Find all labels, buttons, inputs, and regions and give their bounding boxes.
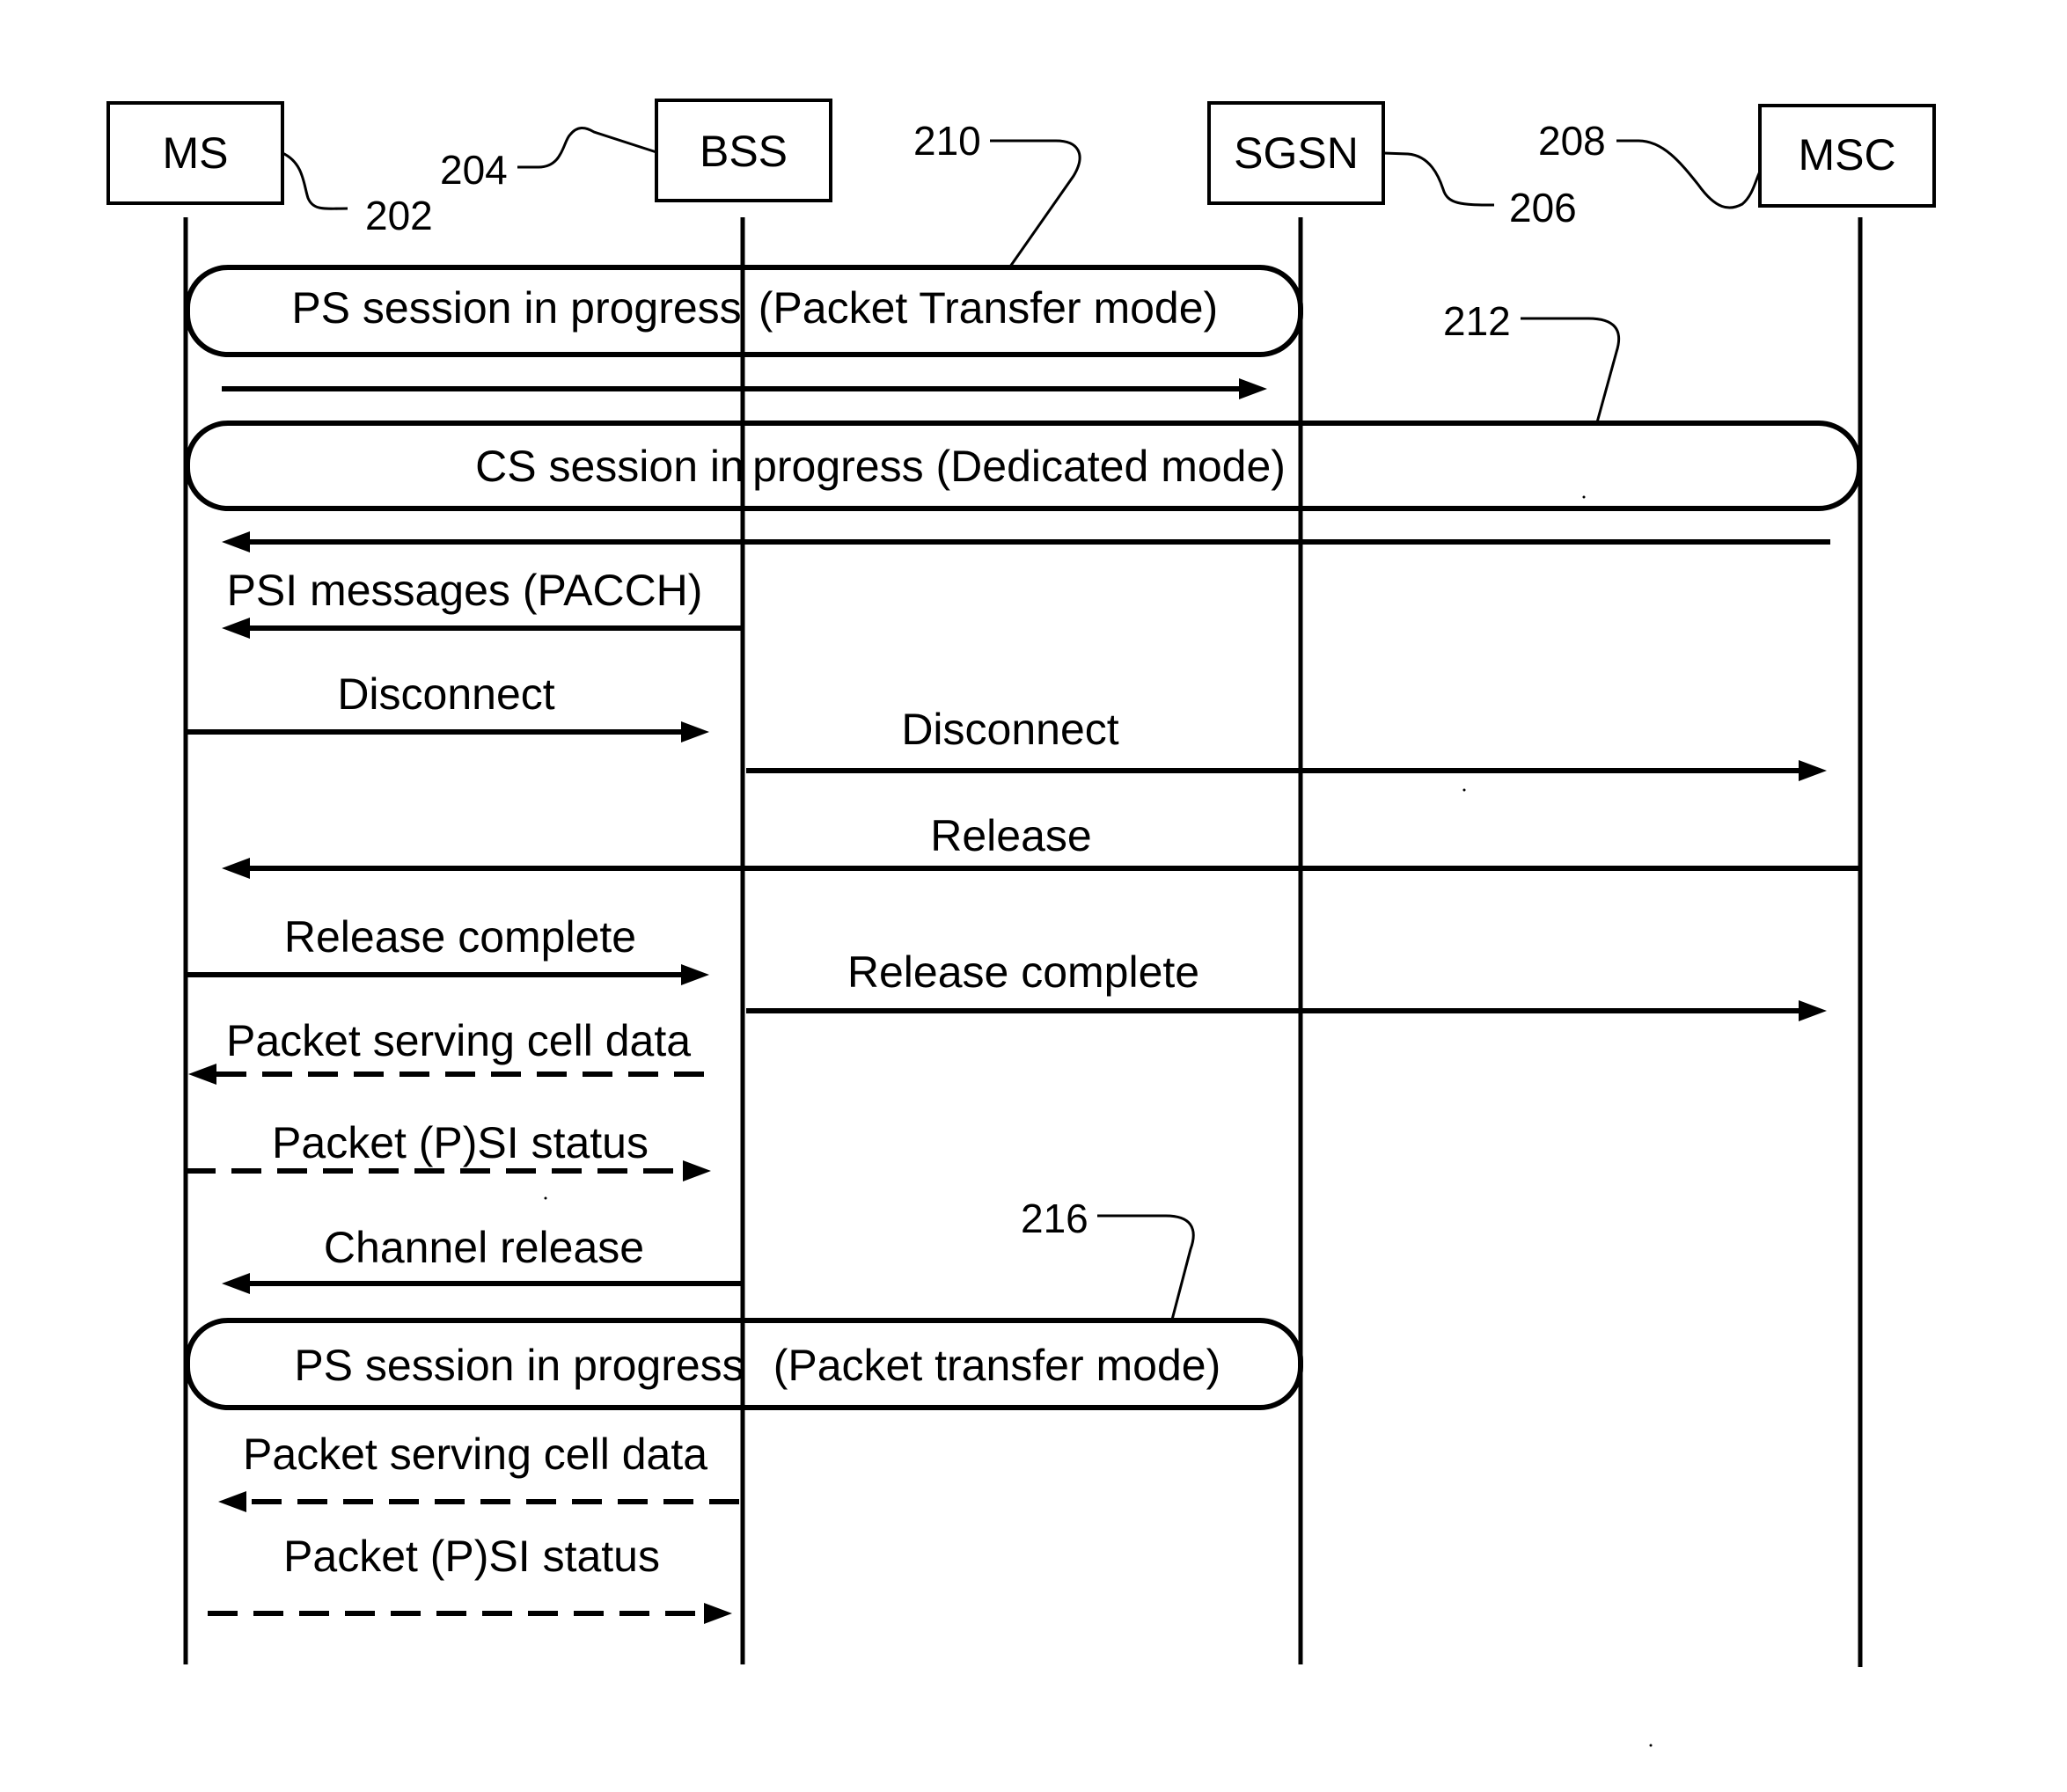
session-ps-2-label-left: PS session in progress xyxy=(294,1341,744,1390)
message-label: Release complete xyxy=(847,947,1199,997)
message-label: Channel release xyxy=(324,1223,644,1272)
ref-label-210: 210 xyxy=(913,118,981,164)
ref-label-208: 208 xyxy=(1538,118,1606,164)
leader-206 xyxy=(1382,151,1495,207)
message-label: Packet serving cell data xyxy=(226,1016,691,1065)
arrowhead-right-icon xyxy=(704,1603,732,1624)
participant-label-sgsn: SGSN xyxy=(1234,128,1359,178)
leader-210 xyxy=(990,139,1081,267)
arrowhead-right-icon xyxy=(1799,760,1827,781)
leader-212 xyxy=(1521,317,1621,423)
message-bss-to-msc: Release complete xyxy=(746,947,1827,1021)
scan-speck xyxy=(544,1196,547,1200)
arrowhead-left-icon xyxy=(188,1064,216,1085)
leader-216 xyxy=(1097,1214,1195,1320)
message-label: Release complete xyxy=(284,912,636,962)
arrowhead-left-icon xyxy=(218,1491,246,1512)
message-ms-to-bss: Release complete xyxy=(186,912,709,985)
message-msc-to-ms: Release xyxy=(222,811,1860,879)
leader-204 xyxy=(517,127,657,169)
message-label: Packet (P)SI status xyxy=(283,1532,660,1581)
participant-label-msc: MSC xyxy=(1798,130,1895,179)
message-bss-to-ms: Channel release xyxy=(222,1223,743,1294)
arrowhead-right-icon xyxy=(683,1160,711,1181)
arrowhead-left-icon xyxy=(222,531,250,552)
message-bss-to-ms: Packet serving cell data xyxy=(188,1016,704,1085)
arrowhead-right-icon xyxy=(681,964,709,985)
arrowhead-right-icon xyxy=(1239,378,1267,399)
message-ms-to-bss: Packet (P)SI status xyxy=(186,1118,711,1181)
message-label: PSI messages (PACCH) xyxy=(227,566,703,615)
ref-label-212: 212 xyxy=(1443,298,1511,344)
participant-label-ms: MS xyxy=(163,128,229,178)
session-ps-2-label-right: (Packet transfer mode) xyxy=(773,1341,1221,1390)
message-bss-to-ms: Packet serving cell data xyxy=(218,1430,739,1512)
arrowhead-left-icon xyxy=(222,618,250,639)
sequence-diagram: MS BSS SGSN MSC 202 204 206 208 210 212 … xyxy=(106,99,1936,1747)
message-label: Disconnect xyxy=(901,705,1118,754)
messages: PSI messages (PACCH) Disconnect Disconnect… xyxy=(186,378,1860,1624)
participant-label-bss: BSS xyxy=(700,127,788,176)
scan-speck xyxy=(1462,788,1466,792)
session-cs: CS session in progress (Dedicated mode) xyxy=(185,421,1862,511)
session-ps-1-label-right: (Packet Transfer mode) xyxy=(759,283,1218,333)
leader-202 xyxy=(282,151,348,210)
ref-label-202: 202 xyxy=(365,193,433,238)
message-bss-to-ms: PSI messages (PACCH) xyxy=(222,566,743,639)
scan-speck xyxy=(1582,495,1586,499)
message-label: Disconnect xyxy=(337,669,554,719)
arrowhead-right-icon xyxy=(1799,1000,1827,1021)
session-ps-1-label-left: PS session in progress xyxy=(291,283,741,333)
message-ms-to-bss: Packet (P)SI status xyxy=(208,1532,732,1624)
arrowhead-right-icon xyxy=(681,721,709,742)
session-cs-label-right: progress (Dedicated mode) xyxy=(752,442,1286,491)
ref-label-204: 204 xyxy=(440,147,508,193)
message-label: Release xyxy=(930,811,1091,860)
message-label: Packet (P)SI status xyxy=(272,1118,649,1167)
arrowhead-left-icon xyxy=(222,1273,250,1294)
session-cs-label-left: CS session in xyxy=(475,442,744,491)
arrowhead-left-icon xyxy=(222,858,250,879)
message-bss-to-msc: Disconnect xyxy=(746,705,1827,781)
participant-msc: MSC xyxy=(1758,104,1936,208)
scan-speck xyxy=(1649,1744,1653,1747)
participant-bss: BSS xyxy=(655,99,832,202)
message-msc-to-ms xyxy=(222,531,1830,552)
ref-label-216: 216 xyxy=(1021,1196,1088,1241)
participant-ms: MS xyxy=(106,101,284,205)
ref-label-206: 206 xyxy=(1509,185,1577,230)
participant-sgsn: SGSN xyxy=(1207,101,1385,205)
message-label: Packet serving cell data xyxy=(243,1430,707,1479)
message-ms-to-bss: Disconnect xyxy=(186,669,709,742)
leader-208 xyxy=(1616,139,1762,209)
